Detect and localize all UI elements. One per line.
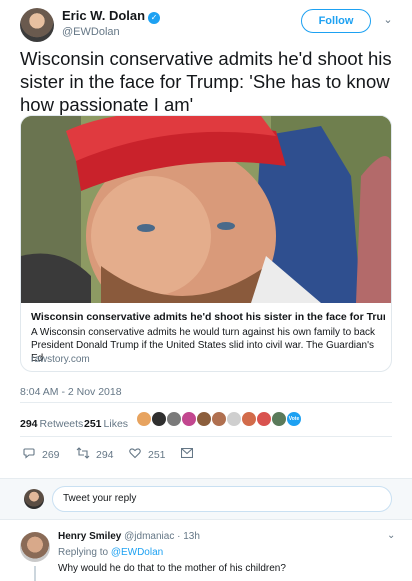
retweet-icon	[76, 447, 90, 462]
comment-text: Why would he do that to the mother of hi…	[58, 563, 286, 574]
tweet-text: Wisconsin conservative admits he'd shoot…	[20, 48, 392, 115]
heart-icon	[128, 447, 142, 462]
follow-button[interactable]: Follow	[301, 9, 371, 33]
retweets-stat[interactable]: 294 Retweets	[20, 414, 83, 432]
replying-to: Replying to @EWDolan	[58, 547, 163, 558]
like-action[interactable]: 251	[128, 447, 166, 462]
commenter-avatar[interactable]	[20, 532, 50, 562]
liker-avatar[interactable]	[211, 411, 227, 427]
comment-time[interactable]: 13h	[183, 531, 200, 542]
liker-avatar[interactable]	[166, 411, 182, 427]
replying-to-link[interactable]: @EWDolan	[111, 547, 163, 558]
divider	[20, 436, 392, 437]
commenter-handle[interactable]: @jdmaniac	[124, 531, 174, 542]
liker-vote-label: Vote	[288, 416, 300, 422]
verified-badge-icon: ✓	[148, 12, 161, 24]
liker-avatar[interactable]	[256, 411, 272, 427]
reply-count: 269	[42, 449, 60, 461]
thread-line	[34, 566, 36, 581]
likers-avatars[interactable]: Vote	[136, 411, 316, 429]
commenter-header[interactable]: Henry Smiley @jdmaniac · 13h	[58, 531, 200, 542]
current-user-avatar	[24, 489, 44, 509]
author-name-text[interactable]: Eric W. Dolan	[62, 8, 145, 23]
liker-avatar[interactable]	[196, 411, 212, 427]
like-count: 251	[148, 449, 166, 461]
liker-avatar[interactable]: Vote	[286, 411, 302, 427]
likes-stat[interactable]: 251 Likes	[84, 414, 128, 432]
card-domain[interactable]: rawstory.com	[31, 354, 90, 365]
likes-count: 251	[84, 418, 102, 430]
divider	[20, 402, 392, 403]
card-image[interactable]	[21, 116, 391, 303]
liker-avatar[interactable]	[271, 411, 287, 427]
retweets-label: Retweets	[39, 418, 84, 430]
card-title[interactable]: Wisconsin conservative admits he'd shoot…	[31, 311, 385, 323]
liker-avatar[interactable]	[181, 411, 197, 427]
liker-avatar[interactable]	[241, 411, 257, 427]
reply-action[interactable]: 269	[22, 447, 60, 462]
link-card[interactable]: Wisconsin conservative admits he'd shoot…	[20, 115, 392, 372]
message-action[interactable]	[180, 447, 200, 461]
replying-prefix: Replying to	[58, 547, 109, 558]
author-avatar[interactable]	[20, 8, 54, 42]
comment-dot: ·	[177, 531, 181, 542]
envelope-icon	[180, 447, 194, 461]
likes-label: Likes	[103, 418, 129, 430]
liker-avatar[interactable]	[136, 411, 152, 427]
author-name[interactable]: Eric W. Dolan ✓	[62, 8, 161, 24]
reply-icon	[22, 447, 36, 462]
tweet-timestamp[interactable]: 8:04 AM - 2 Nov 2018	[20, 386, 122, 398]
card-photo-illustration	[21, 116, 391, 303]
retweet-action[interactable]: 294	[76, 447, 114, 462]
liker-avatar[interactable]	[151, 411, 167, 427]
comment-chevron-down-icon[interactable]: ⌄	[387, 530, 395, 541]
retweet-count: 294	[96, 449, 114, 461]
retweets-count: 294	[20, 418, 38, 430]
commenter-name[interactable]: Henry Smiley	[58, 531, 121, 542]
author-handle[interactable]: @EWDolan	[62, 26, 120, 38]
reply-input[interactable]: Tweet your reply	[52, 486, 392, 512]
chevron-down-icon[interactable]: ⌄	[381, 13, 395, 27]
liker-avatar[interactable]	[226, 411, 242, 427]
